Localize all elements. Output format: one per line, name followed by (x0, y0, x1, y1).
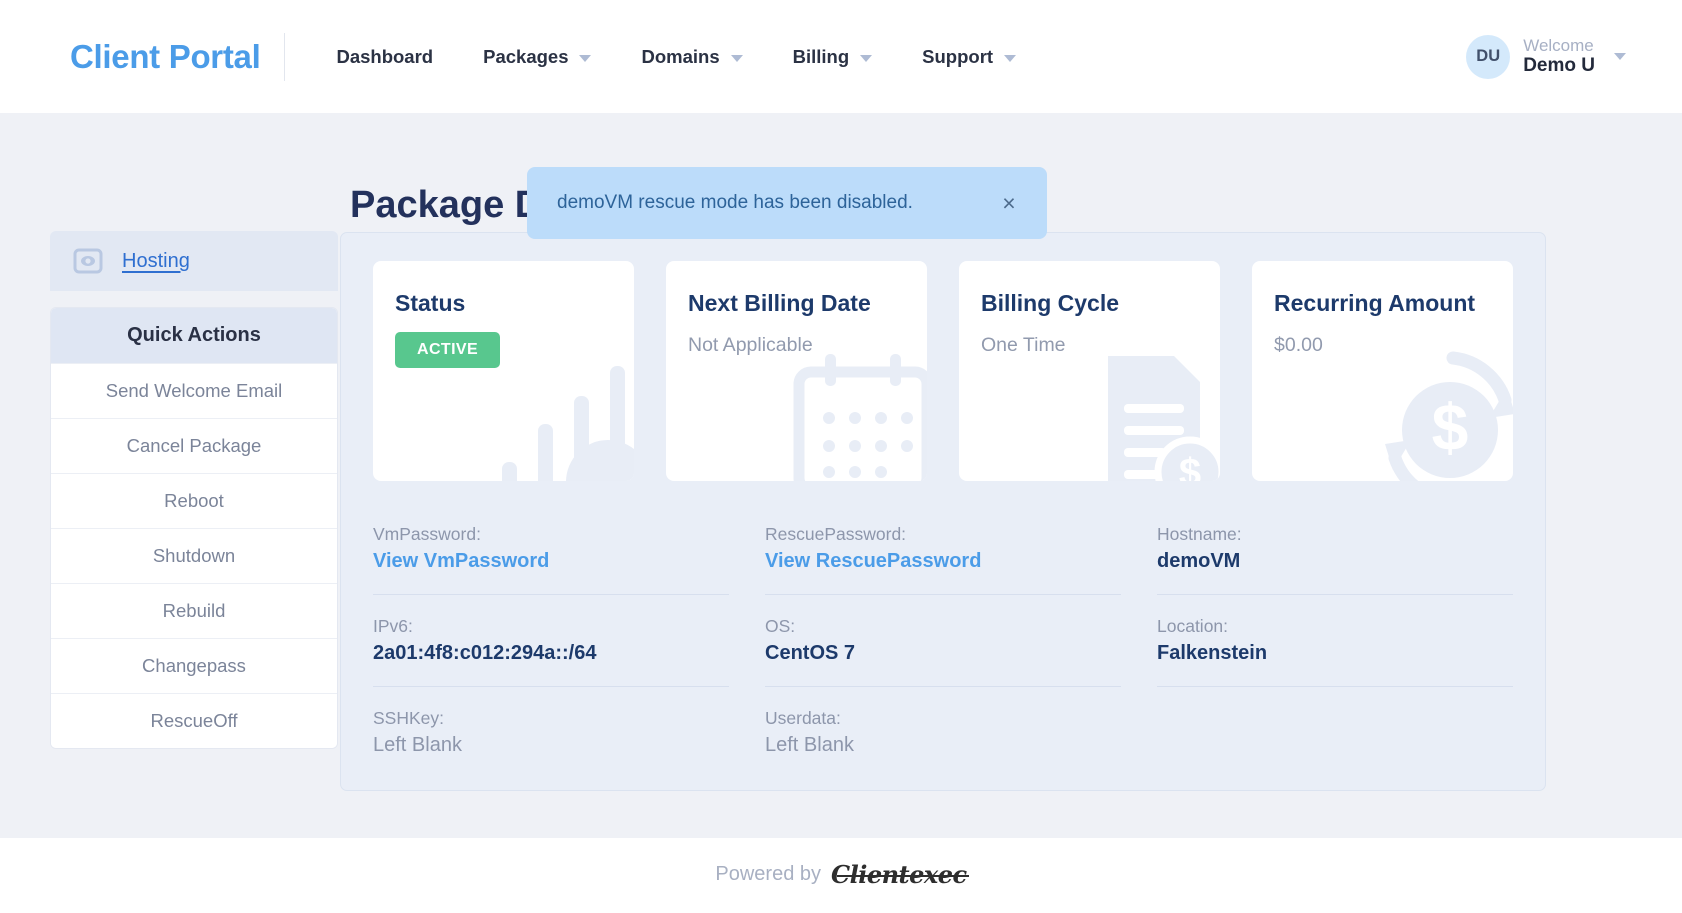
chevron-down-icon[interactable] (1004, 54, 1017, 62)
detail-field: Hostname: demoVM (1157, 503, 1513, 595)
detail-field: IPv6:2a01:4f8:c012:294a::/64 (373, 595, 729, 687)
top-header: Client Portal Dashboard Packages Domains Bi… (0, 0, 1682, 113)
nav-item-label: Support (922, 45, 994, 67)
calendar-icon (789, 350, 927, 481)
detail-field: RescuePassword: View RescuePassword (765, 503, 1121, 595)
package-details-panel: Status ACTIVE Next Billing Date Not Applic… (340, 232, 1546, 791)
detail-label: VmPassword: (373, 524, 481, 544)
detail-field: VmPassword: View VmPassword (373, 503, 729, 595)
nav-item-label: Billing (792, 45, 850, 67)
chevron-down-icon[interactable] (1614, 53, 1626, 60)
bars-icon (496, 350, 634, 481)
nav-item-label: Domains (641, 45, 720, 67)
notification-toast: demoVM rescue mode has been disabled. × (527, 167, 1047, 239)
close-icon[interactable]: × (997, 191, 1021, 215)
svg-text:$: $ (1432, 390, 1469, 464)
recurring-icon: $ (1355, 340, 1513, 481)
detail-value: Left Blank (373, 734, 462, 756)
app-root: Client Portal Dashboard Packages Domains Bi… (0, 0, 1682, 913)
quick-actions-title: Quick Actions (51, 308, 337, 363)
nav-item-domains[interactable]: Domains (616, 37, 767, 77)
detail-value: Left Blank (765, 734, 854, 756)
detail-value-link[interactable]: View VmPassword (373, 550, 729, 573)
summary-card: Next Billing Date Not Applicable (666, 261, 927, 481)
invoice-icon: $ (1082, 350, 1220, 481)
sidebar-item-hosting[interactable]: Hosting (50, 231, 338, 291)
nav-item-packages[interactable]: Packages (458, 37, 616, 77)
chevron-down-icon[interactable] (730, 54, 743, 62)
header-divider (284, 32, 286, 81)
notification-message: demoVM rescue mode has been disabled. (557, 192, 913, 213)
user-menu[interactable]: DU Welcome Demo U (1466, 34, 1626, 79)
summary-card-title: Billing Cycle (981, 290, 1120, 316)
quick-actions-box: Quick Actions Send Welcome Email Cancel P… (50, 307, 338, 749)
welcome-label: Welcome (1523, 36, 1594, 56)
chevron-down-icon[interactable] (860, 54, 873, 62)
summary-card-value: One Time (981, 334, 1066, 356)
details-grid: VmPassword: View VmPassword RescuePassword… (341, 481, 1545, 757)
quick-action-item[interactable]: Send Welcome Email (51, 363, 337, 418)
nav-item-label: Dashboard (336, 45, 434, 67)
nav-item-support[interactable]: Support (897, 37, 1041, 77)
summary-card-title: Recurring Amount (1274, 290, 1476, 316)
sidebar-item-hosting-label[interactable]: Hosting (122, 250, 190, 273)
detail-label: OS: (765, 616, 796, 636)
detail-value: 2a01:4f8:c012:294a::/64 (373, 642, 597, 664)
summary-card-value: $0.00 (1274, 334, 1323, 356)
detail-label: Hostname: (1157, 524, 1242, 544)
summary-card-value: Not Applicable (688, 334, 813, 356)
brand-logo[interactable]: Client Portal (70, 38, 261, 76)
quick-action-item[interactable]: Rebuild (51, 583, 337, 638)
powered-by-label: Powered by (715, 863, 821, 885)
detail-value-link[interactable]: View RescuePassword (765, 550, 1121, 573)
quick-actions-list: Send Welcome Email Cancel Package Reboot Sh… (51, 363, 337, 748)
detail-field: Userdata: Left Blank (765, 687, 1121, 757)
quick-action-item[interactable]: Shutdown (51, 528, 337, 583)
detail-value: Falkenstein (1157, 642, 1268, 664)
detail-label: Location: (1157, 616, 1229, 636)
detail-label: IPv6: (373, 616, 413, 636)
nav-item-label: Packages (483, 45, 569, 67)
footer: Powered by Clientexec (0, 860, 1682, 889)
user-name: Demo U (1523, 55, 1595, 77)
svg-text:$: $ (1179, 451, 1201, 481)
main-nav: Dashboard Packages Domains Billing Support (311, 37, 1041, 77)
welcome-block: Welcome Demo U (1523, 36, 1595, 76)
sidebar: Hosting Quick Actions Send Welcome Email… (50, 231, 338, 749)
avatar: DU (1466, 34, 1511, 79)
quick-action-item[interactable]: Cancel Package (51, 418, 337, 473)
detail-field: OS: CentOS 7 (765, 595, 1121, 687)
detail-value: demoVM (1157, 550, 1241, 572)
quick-action-item[interactable]: RescueOff (51, 693, 337, 748)
detail-value: CentOS 7 (765, 642, 856, 664)
summary-card: Billing Cycle One Time $ (959, 261, 1220, 481)
quick-action-item[interactable]: Reboot (51, 473, 337, 528)
detail-label: RescuePassword: (765, 524, 907, 544)
nav-item-billing[interactable]: Billing (768, 37, 898, 77)
detail-label: Userdata: (765, 708, 841, 728)
detail-field: Location: Falkenstein (1157, 595, 1513, 687)
summary-card-title: Status (395, 290, 466, 316)
chevron-down-icon[interactable] (579, 54, 592, 62)
nav-item-dashboard[interactable]: Dashboard (311, 37, 458, 77)
status-badge: ACTIVE (395, 332, 501, 368)
detail-label: SSHKey: (373, 708, 444, 728)
summary-cards: Status ACTIVE Next Billing Date Not Applic… (341, 233, 1545, 481)
summary-card: Status ACTIVE (373, 261, 634, 481)
quick-action-item[interactable]: Changepass (51, 638, 337, 693)
clientexec-logo[interactable]: Clientexec (831, 860, 969, 889)
detail-field: SSHKey: Left Blank (373, 687, 729, 757)
hosting-server-icon (73, 246, 103, 276)
summary-card: Recurring Amount $0.00 $ (1252, 261, 1513, 481)
summary-card-title: Next Billing Date (688, 290, 871, 316)
